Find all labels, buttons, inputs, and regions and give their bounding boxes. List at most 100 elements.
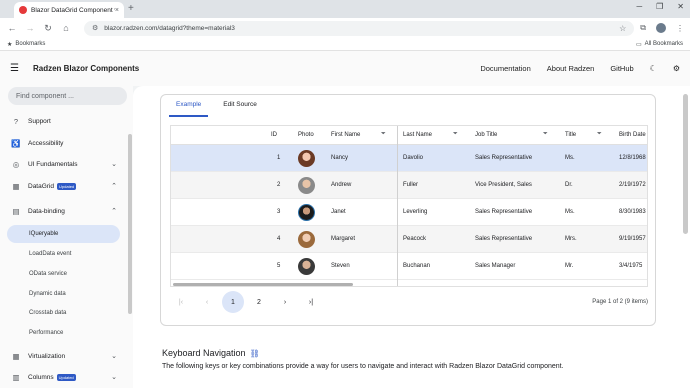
chevron-up-icon: ⌃ xyxy=(111,183,117,190)
nav-documentation[interactable]: Documentation xyxy=(480,64,530,73)
address-bar[interactable]: ⚙ blazor.radzen.com/datagrid?theme=mater… xyxy=(84,20,635,36)
sidebar-subitem-iqueryable[interactable]: IQueryable xyxy=(7,225,120,243)
forward-icon[interactable]: → xyxy=(24,23,36,33)
extensions-icon[interactable]: ⧉ xyxy=(640,23,646,33)
tab-edit-source[interactable]: Edit Source xyxy=(216,95,264,117)
cell-job-title: Sales Representative xyxy=(475,209,533,215)
page-2-button[interactable]: 2 xyxy=(248,291,270,313)
browser-tab[interactable]: Blazor DataGrid Component w × xyxy=(14,2,124,18)
cell-last-name: Peacock xyxy=(403,236,427,242)
bookmark-star-icon[interactable]: ☆ xyxy=(619,24,626,33)
subitem-label: Crosstab data xyxy=(29,310,67,316)
search-input[interactable]: Find component ... xyxy=(8,87,127,105)
page-1-button[interactable]: 1 xyxy=(222,291,244,313)
sidebar-subitem-performance[interactable]: Performance xyxy=(0,324,125,342)
filter-icon[interactable]: ⏷ xyxy=(453,131,458,138)
sidebar-item-columns[interactable]: ▥ Columns Updated ⌄ xyxy=(0,368,125,386)
cell-birth-date: 8/30/1983 xyxy=(619,209,646,215)
close-tab-icon[interactable]: × xyxy=(115,7,119,14)
sidebar: Find component ... ? Support ♿ Accessibi… xyxy=(0,86,133,388)
pager-info: Page 1 of 2 (9 items) xyxy=(592,299,648,305)
cell-last-name: Leverling xyxy=(403,209,428,215)
subitem-label: Dynamic data xyxy=(29,291,66,297)
col-header-birth-date[interactable]: Birth Date xyxy=(619,126,646,144)
first-page-icon[interactable]: |‹ xyxy=(170,291,192,313)
sidebar-subitem-loaddata[interactable]: LoadData event xyxy=(0,245,125,263)
folder-icon: ▭ xyxy=(635,41,642,48)
dark-mode-icon[interactable]: ☾ xyxy=(650,64,657,73)
grid-header: ID Photo First Name ⏷ Last Name ⏷ Job Ti… xyxy=(171,126,647,145)
table-row[interactable]: 4 Margaret Peacock Sales Representative … xyxy=(171,226,647,253)
col-header-first-name[interactable]: First Name xyxy=(331,126,360,144)
reload-icon[interactable]: ↻ xyxy=(42,23,54,34)
sidebar-item-label: Columns xyxy=(28,373,54,381)
menu-icon[interactable]: ☰ xyxy=(10,63,19,74)
sidebar-subitem-crosstab[interactable]: Crosstab data xyxy=(0,304,125,322)
home-icon[interactable]: ⌂ xyxy=(60,23,72,33)
sidebar-scrollbar[interactable] xyxy=(128,134,132,314)
chevron-down-icon: ⌄ xyxy=(111,374,117,381)
cell-id: 1 xyxy=(277,155,281,161)
search-placeholder[interactable]: Find component ... xyxy=(16,93,74,100)
help-icon: ? xyxy=(13,116,19,126)
sidebar-subitem-odata[interactable]: OData service xyxy=(0,265,125,283)
example-card: Example Edit Source ID Photo First Name … xyxy=(160,94,656,326)
sidebar-item-virtualization[interactable]: ▦ Virtualization ⌄ xyxy=(0,347,125,365)
main-scrollbar[interactable] xyxy=(683,94,688,234)
link-icon[interactable]: ⛓ xyxy=(250,349,260,358)
minimize-button[interactable]: ─ xyxy=(636,2,642,11)
employee-photo xyxy=(298,199,315,225)
frozen-column-separator xyxy=(397,126,398,286)
maximize-button[interactable]: ❐ xyxy=(656,2,663,11)
sidebar-item-datagrid[interactable]: ▦ DataGrid Updated ⌃ xyxy=(0,177,125,195)
section-description: The following keys or key combinations p… xyxy=(162,363,564,370)
site-info-icon[interactable]: ⚙ xyxy=(92,24,98,32)
nav-about[interactable]: About Radzen xyxy=(547,64,595,73)
filter-icon[interactable]: ⏷ xyxy=(597,131,602,138)
sidebar-item-support[interactable]: ? Support xyxy=(0,112,125,130)
sidebar-item-ui-fundamentals[interactable]: ◎ UI Fundamentals ⌄ xyxy=(0,155,125,173)
cell-first-name: Andrew xyxy=(331,182,352,188)
bookmarks-bar: ★ Bookmarks ▭ All Bookmarks xyxy=(0,38,690,51)
url-text[interactable]: blazor.radzen.com/datagrid?theme=materia… xyxy=(104,25,619,32)
col-header-title[interactable]: Title xyxy=(565,126,576,144)
col-header-photo[interactable]: Photo xyxy=(298,126,314,144)
employee-photo xyxy=(298,145,315,171)
cell-title: Mr. xyxy=(565,263,574,269)
chevron-down-icon: ⌄ xyxy=(111,353,117,360)
table-row[interactable]: 5 Steven Buchanan Sales Manager Mr. 3/4/… xyxy=(171,253,647,280)
filter-icon[interactable]: ⏷ xyxy=(543,131,548,138)
sidebar-item-accessibility[interactable]: ♿ Accessibility xyxy=(0,134,125,152)
last-page-icon[interactable]: ›| xyxy=(300,291,322,313)
col-header-job-title[interactable]: Job Title xyxy=(475,126,497,144)
next-page-icon[interactable]: › xyxy=(274,291,296,313)
grid-horizontal-scrollbar[interactable] xyxy=(173,283,353,286)
sidebar-item-data-binding[interactable]: ▤ Data-binding ⌃ xyxy=(0,202,125,220)
settings-gear-icon[interactable]: ⚙ xyxy=(673,64,680,73)
cell-id: 2 xyxy=(277,182,281,188)
tab-example[interactable]: Example xyxy=(169,95,209,117)
prev-page-icon[interactable]: ‹ xyxy=(196,291,218,313)
bookmarks-label[interactable]: Bookmarks xyxy=(15,41,45,47)
section-title: Keyboard Navigation ⛓ xyxy=(162,348,260,358)
new-tab-button[interactable]: + xyxy=(128,3,134,14)
table-row[interactable]: 1 Nancy Davolio Sales Representative Ms.… xyxy=(171,145,647,172)
col-header-last-name[interactable]: Last Name xyxy=(403,126,432,144)
radzen-favicon-icon xyxy=(19,6,27,14)
browser-toolbar: ← → ↻ ⌂ ⚙ blazor.radzen.com/datagrid?the… xyxy=(0,18,690,38)
profile-avatar[interactable] xyxy=(656,23,666,33)
table-row[interactable]: 2 Andrew Fuller Vice President, Sales Dr… xyxy=(171,172,647,199)
pager: |‹ ‹ 1 2 › ›| Page 1 of 2 (9 items) xyxy=(170,291,648,313)
cell-first-name: Janet xyxy=(331,209,346,215)
table-row[interactable]: 3 Janet Leverling Sales Representative M… xyxy=(171,199,647,226)
back-icon[interactable]: ← xyxy=(6,23,18,33)
nav-github[interactable]: GitHub xyxy=(610,64,633,73)
filter-icon[interactable]: ⏷ xyxy=(381,131,386,138)
cell-last-name: Buchanan xyxy=(403,263,431,269)
sidebar-subitem-dynamic[interactable]: Dynamic data xyxy=(0,285,125,303)
col-header-id[interactable]: ID xyxy=(271,126,277,144)
close-window-button[interactable]: ✕ xyxy=(677,2,684,11)
all-bookmarks-label[interactable]: All Bookmarks xyxy=(645,41,683,47)
menu-dots-icon[interactable]: ⋮ xyxy=(676,24,684,33)
brand-title: Radzen Blazor Components xyxy=(32,64,140,73)
